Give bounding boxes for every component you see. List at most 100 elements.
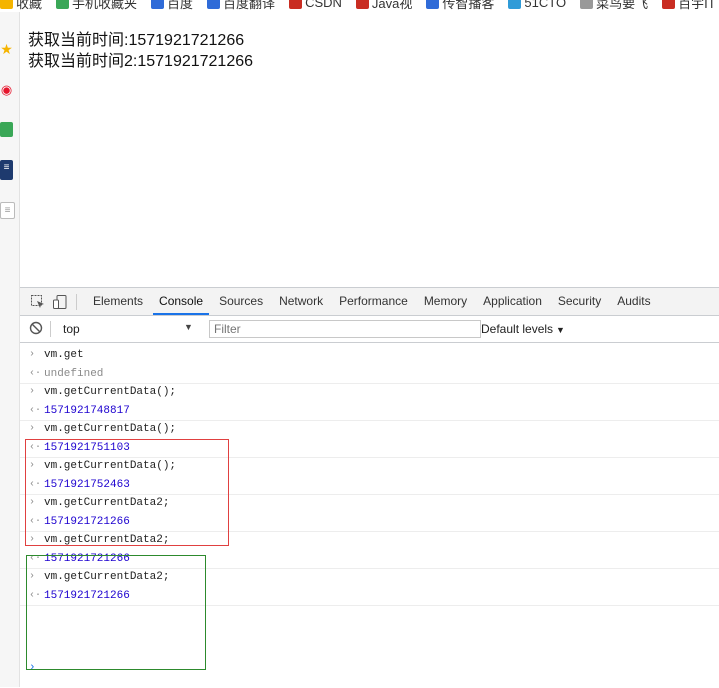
console-result-line: ‹· 1571921751103 — [20, 439, 719, 457]
bookmark-label: Java视 — [371, 0, 413, 11]
tab-elements[interactable]: Elements — [87, 288, 149, 315]
clear-console-icon[interactable] — [29, 321, 45, 337]
bookmark-label: 百度翻译 — [223, 0, 276, 11]
bookmark-favicon-icon — [508, 0, 522, 9]
tab-separator — [76, 293, 77, 310]
bookmark-item[interactable]: CSDN — [289, 0, 342, 10]
levels-dropdown-icon: ▼ — [556, 325, 565, 335]
news-app-icon[interactable]: ≡ — [0, 160, 13, 180]
green-app-icon[interactable] — [0, 122, 13, 137]
inspect-element-icon[interactable] — [30, 294, 46, 310]
bookmark-item[interactable]: 手机收藏夹 — [56, 0, 137, 12]
bookmark-label: 菜鸟要飞 — [596, 0, 649, 11]
devtools-tab-bar: Elements Console Sources Network Performance… — [20, 288, 719, 316]
bookmark-item[interactable]: 传智播客 — [426, 0, 494, 12]
result-chevron-icon: ‹· — [29, 441, 42, 453]
bookmark-favicon-icon — [426, 0, 440, 9]
bookmark-item[interactable]: 菜鸟要飞 — [580, 0, 648, 12]
tab-application[interactable]: Application — [477, 288, 548, 315]
bookmark-favicon-icon — [355, 0, 369, 9]
input-chevron-icon: › — [29, 349, 36, 360]
input-chevron-icon: › — [29, 423, 36, 434]
console-result-line: ‹· 1571921748817 — [20, 402, 719, 420]
console-line-text: 1571921721266 — [44, 515, 130, 528]
tab-console[interactable]: Console — [153, 288, 210, 315]
console-result-line: ‹· 1571921752463 — [20, 476, 719, 494]
console-result-line: ‹· 1571921721266 — [20, 587, 719, 605]
console-line-text: vm.get — [44, 349, 84, 361]
console-input-line: › vm.get — [20, 346, 719, 364]
bookmark-label: 手机收藏夹 — [72, 0, 138, 11]
tab-network[interactable]: Network — [273, 288, 329, 315]
console-divider — [20, 604, 719, 606]
console-result-line: ‹· 1571921721266 — [20, 550, 719, 568]
bookmark-label: 51CTO — [524, 0, 567, 10]
tab-sources[interactable]: Sources — [213, 288, 269, 315]
filter-separator — [50, 321, 51, 337]
bookmarks-bar: 收藏 手机收藏夹 百度 百度翻译 CSDN Java视 传智播客 51CTO 菜鸟要飞 百宇IT — [0, 0, 719, 12]
console-result-line: ‹· undefined — [20, 365, 719, 383]
input-chevron-icon: › — [29, 534, 36, 545]
input-chevron-icon: › — [29, 571, 36, 582]
console-input-line: › vm.getCurrentData2; — [20, 531, 719, 549]
console-line-text: vm.getCurrentData2; — [44, 534, 170, 546]
bookmark-favicon-icon — [0, 0, 13, 9]
bookmark-label: 百度 — [167, 0, 194, 11]
bookmark-favicon-icon — [662, 0, 676, 9]
input-chevron-icon: › — [29, 497, 36, 508]
bookmark-label: 百宇IT — [678, 0, 716, 11]
weibo-icon[interactable]: ◉ — [0, 82, 13, 97]
bookmark-favicon-icon — [56, 0, 70, 9]
console-input-line: › vm.getCurrentData(); — [20, 420, 719, 438]
bookmark-label: 收藏 — [16, 0, 43, 11]
console-output: › vm.get ‹· undefined › vm.getCurrentData(); ‹… — [20, 344, 719, 688]
bookmark-item[interactable]: 51CTO — [508, 0, 566, 10]
device-toolbar-icon[interactable] — [52, 294, 68, 310]
console-line-text: 1571921721266 — [44, 552, 130, 565]
console-prompt-caret[interactable]: › — [29, 662, 36, 674]
tab-memory[interactable]: Memory — [418, 288, 473, 315]
console-line-text: 1571921751103 — [44, 441, 130, 454]
result-chevron-icon: ‹· — [29, 515, 42, 527]
console-line-text: vm.getCurrentData(); — [44, 423, 177, 435]
input-chevron-icon: › — [29, 386, 36, 397]
context-dropdown-icon[interactable]: ▼ — [184, 322, 193, 332]
devtools-panel: Elements Console Sources Network Performance… — [20, 287, 719, 688]
result-chevron-icon: ‹· — [29, 367, 42, 379]
bookmark-item[interactable]: 百度 — [151, 0, 193, 12]
console-input-line: › vm.getCurrentData2; — [20, 568, 719, 586]
console-input-line: › vm.getCurrentData(); — [20, 383, 719, 401]
bookmark-item[interactable]: 百宇IT — [662, 0, 716, 12]
bookmark-label: CSDN — [305, 0, 342, 10]
bookmark-favicon-icon — [289, 0, 303, 9]
console-line-text: 1571921752463 — [44, 478, 130, 491]
tab-audits[interactable]: Audits — [611, 288, 656, 315]
console-line-text: 1571921721266 — [44, 589, 130, 602]
console-line-text: vm.getCurrentData2; — [44, 571, 170, 583]
console-line-text: vm.getCurrentData(); — [44, 460, 177, 472]
console-line-text: undefined — [44, 367, 104, 380]
bookmark-item[interactable]: 百度翻译 — [207, 0, 275, 12]
console-line-text: vm.getCurrentData2; — [44, 497, 170, 509]
console-input-line: › vm.getCurrentData2; — [20, 494, 719, 512]
notes-icon[interactable]: ≡ — [0, 202, 15, 219]
tab-performance[interactable]: Performance — [333, 288, 414, 315]
bookmark-favicon-icon — [151, 0, 165, 9]
result-chevron-icon: ‹· — [29, 478, 42, 490]
result-chevron-icon: ‹· — [29, 404, 42, 416]
bookmark-item[interactable]: Java视 — [355, 0, 413, 12]
browser-sidebar: ★ ◉ ≡ ≡ — [0, 12, 20, 687]
current-time-2-text: 获取当前时间2:1571921721266 — [28, 53, 254, 70]
console-input-line: › vm.getCurrentData(); — [20, 457, 719, 475]
bookmark-label: 传智播客 — [442, 0, 495, 11]
console-line-text: 1571921748817 — [44, 404, 130, 417]
bookmark-item[interactable]: 收藏 — [0, 0, 42, 12]
console-result-line: ‹· 1571921721266 — [20, 513, 719, 531]
tab-security[interactable]: Security — [552, 288, 607, 315]
context-selector[interactable]: top — [63, 322, 80, 336]
favorites-star-icon[interactable]: ★ — [0, 42, 13, 57]
console-filter-bar: top ▼ Default levels▼ — [20, 316, 719, 343]
console-filter-input[interactable] — [209, 320, 481, 338]
result-chevron-icon: ‹· — [29, 589, 42, 601]
log-levels-dropdown[interactable]: Default levels ▼ — [481, 322, 565, 336]
